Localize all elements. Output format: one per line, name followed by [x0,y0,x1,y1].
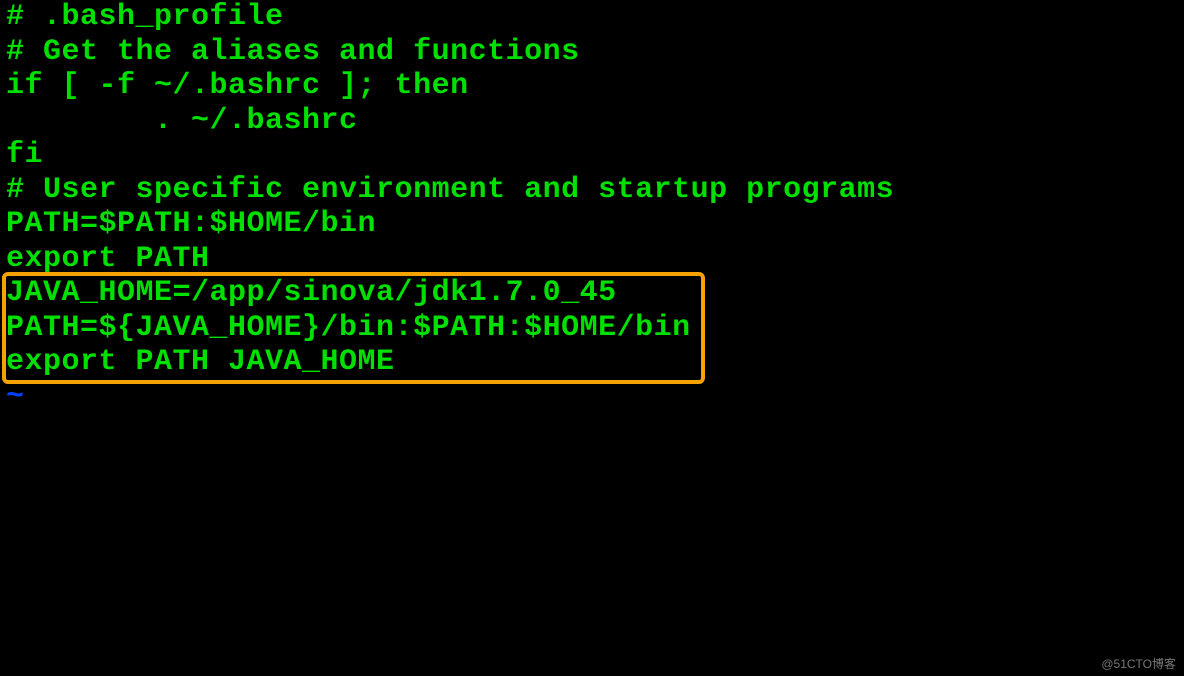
code-line: . ~/.bashrc [6,104,1178,139]
code-line: if [ -f ~/.bashrc ]; then [6,69,1178,104]
code-line: # User specific environment and startup … [6,173,1178,208]
watermark-text: @51CTO博客 [1101,658,1176,672]
code-line: PATH=${JAVA_HOME}/bin:$PATH:$HOME/bin [6,311,1178,346]
code-line: export PATH JAVA_HOME [6,345,1178,380]
terminal-window[interactable]: # .bash_profile # Get the aliases and fu… [0,0,1184,676]
code-line: PATH=$PATH:$HOME/bin [6,207,1178,242]
vim-tilde-line: ~ [6,380,1178,415]
code-line: JAVA_HOME=/app/sinova/jdk1.7.0_45 [6,276,1178,311]
code-line: export PATH [6,242,1178,277]
code-line: # Get the aliases and functions [6,35,1178,70]
code-line: fi [6,138,1178,173]
code-line: # .bash_profile [6,0,1178,35]
